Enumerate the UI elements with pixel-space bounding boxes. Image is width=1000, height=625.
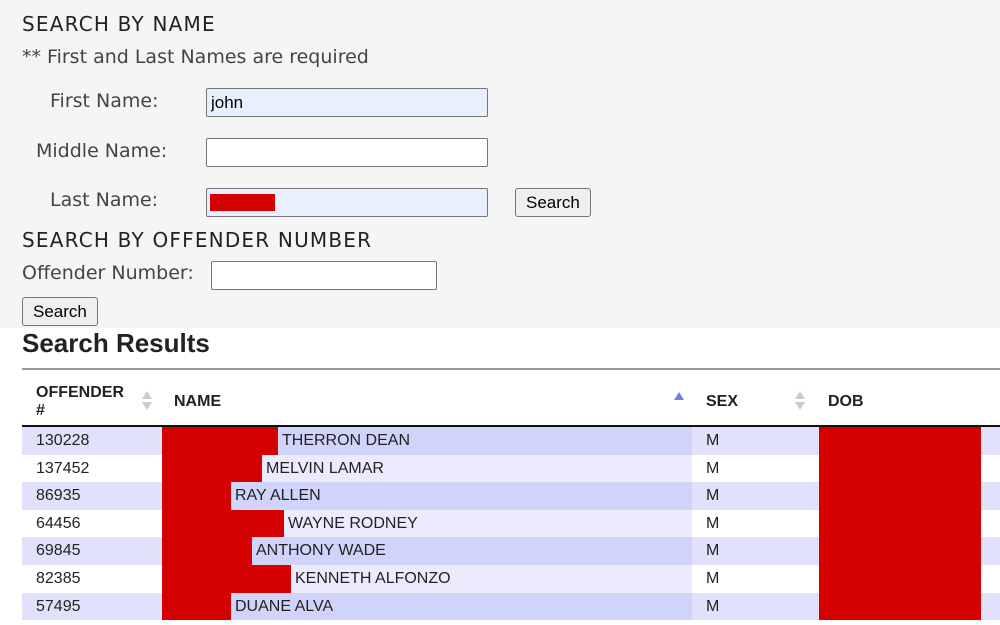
required-note: ** First and Last Names are required — [22, 46, 369, 68]
last-name-input[interactable] — [206, 188, 488, 217]
table-row[interactable]: 69845 ANTHONY WADE M — [22, 537, 1000, 565]
name-redaction — [162, 509, 284, 538]
column-header-dob[interactable]: DOB — [828, 393, 864, 411]
sort-both-icon[interactable] — [795, 391, 805, 413]
offender-number-cell: 86935 — [36, 487, 81, 505]
offender-number-cell: 64456 — [36, 514, 81, 532]
table-row[interactable]: 64456 WAYNE RODNEY M — [22, 509, 1000, 538]
last-name-redaction — [210, 194, 275, 211]
sex-cell: M — [706, 597, 720, 615]
search-by-name-heading: SEARCH BY NAME — [22, 12, 216, 36]
column-header-name[interactable]: NAME — [174, 393, 221, 411]
dob-redaction — [819, 482, 981, 510]
name-cell: ANTHONY WADE — [256, 542, 386, 560]
dob-redaction — [819, 454, 981, 483]
dob-redaction — [819, 427, 981, 455]
dob-redaction — [819, 509, 981, 538]
sort-ascending-icon[interactable] — [674, 392, 684, 400]
middle-name-label: Middle Name: — [36, 140, 168, 162]
name-cell: KENNETH ALFONZO — [295, 570, 451, 587]
name-search-button[interactable]: Search — [515, 188, 591, 217]
sort-both-icon[interactable] — [142, 391, 152, 413]
sex-cell: M — [706, 570, 720, 587]
sex-cell: M — [706, 432, 720, 449]
dob-redaction — [819, 592, 981, 621]
sex-cell: M — [706, 542, 720, 560]
name-redaction — [162, 565, 291, 593]
name-cell: THERRON DEAN — [282, 432, 411, 449]
search-by-number-heading: SEARCH BY OFFENDER NUMBER — [22, 228, 373, 252]
sex-cell: M — [706, 459, 720, 477]
name-cell: DUANE ALVA — [235, 597, 334, 615]
first-name-input[interactable] — [206, 88, 488, 117]
offender-number-input[interactable] — [211, 261, 437, 290]
table-row[interactable]: 130228 THERRON DEAN M — [22, 427, 1000, 455]
sex-cell: M — [706, 514, 720, 532]
middle-name-input[interactable] — [206, 138, 488, 167]
name-redaction — [162, 537, 252, 565]
name-redaction — [162, 454, 262, 483]
table-row[interactable]: 86935 RAY ALLEN M — [22, 482, 1000, 510]
offender-number-cell: 57495 — [36, 597, 81, 615]
table-row[interactable]: 137452 MELVIN LAMAR M — [22, 454, 1000, 483]
sex-cell: M — [706, 487, 720, 505]
offender-number-label: Offender Number: — [22, 262, 194, 284]
offender-number-cell: 69845 — [36, 542, 81, 560]
dob-redaction — [819, 537, 981, 565]
name-redaction — [162, 482, 231, 510]
name-redaction — [162, 427, 278, 455]
offender-number-cell: 130228 — [36, 432, 90, 449]
name-cell: RAY ALLEN — [235, 487, 321, 505]
results-title: Search Results — [22, 328, 210, 358]
table-row[interactable]: 82385 KENNETH ALFONZO M — [22, 565, 1000, 593]
first-name-label: First Name: — [50, 90, 159, 112]
last-name-label: Last Name: — [50, 189, 159, 211]
name-cell: MELVIN LAMAR — [266, 459, 384, 477]
offender-number-cell: 82385 — [36, 570, 81, 587]
column-header-offender-number[interactable]: OFFENDER # — [36, 384, 136, 420]
dob-redaction — [819, 565, 981, 593]
column-header-sex[interactable]: SEX — [706, 393, 738, 411]
table-row[interactable]: 57495 DUANE ALVA M — [22, 592, 1000, 621]
name-redaction — [162, 592, 231, 621]
name-cell: WAYNE RODNEY — [288, 514, 418, 532]
table-top-border — [22, 368, 1000, 370]
offender-number-cell: 137452 — [36, 459, 90, 477]
number-search-button[interactable]: Search — [22, 297, 98, 326]
